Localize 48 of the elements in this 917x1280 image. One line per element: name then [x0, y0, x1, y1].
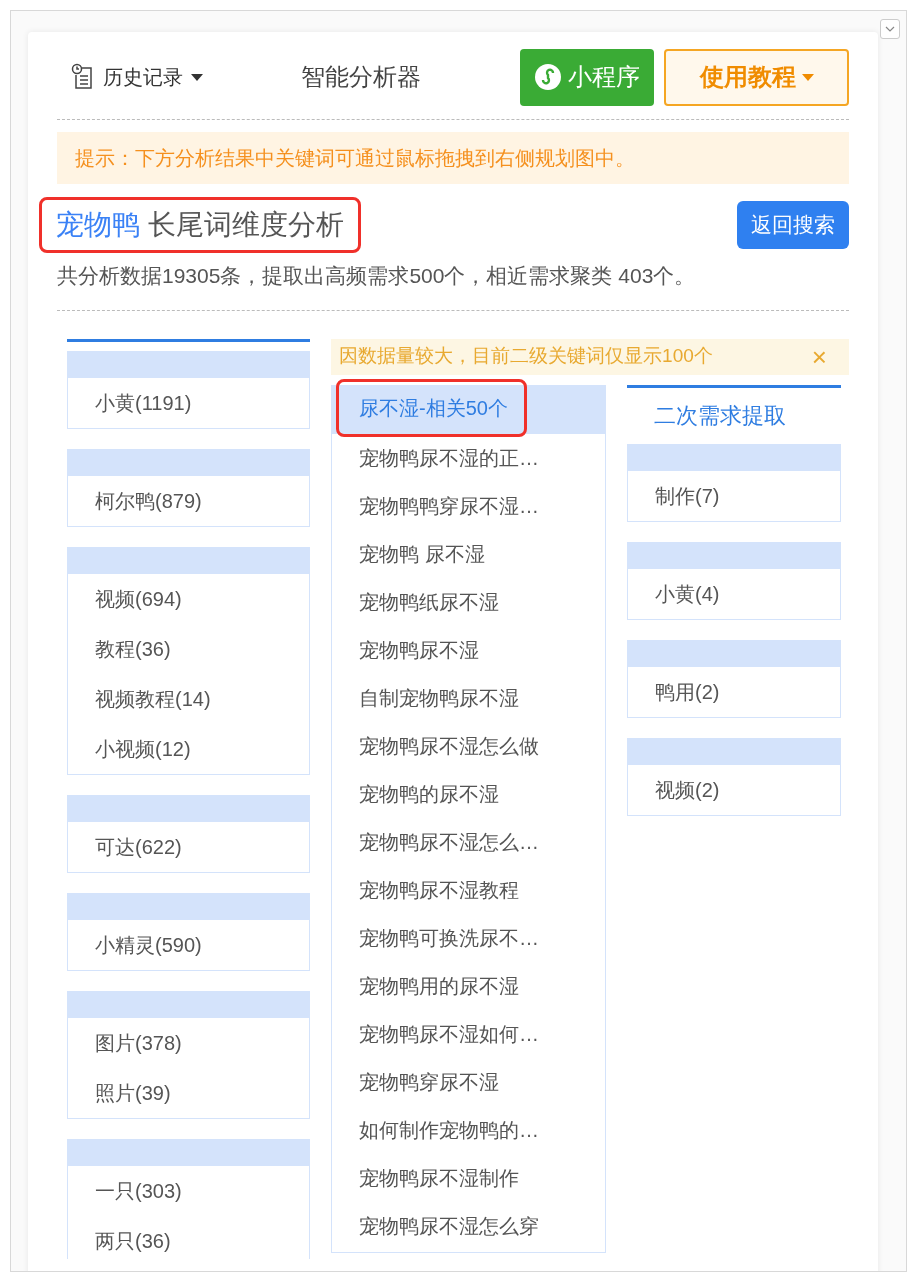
related-keyword[interactable]: 宠物鸭纸尿不湿 — [332, 577, 606, 626]
history-list-icon — [71, 63, 95, 91]
keyword: 宠物鸭 — [56, 208, 140, 242]
history-dropdown[interactable]: 历史记录 — [71, 62, 203, 92]
related-keyword[interactable]: 宠物鸭尿不湿如何… — [332, 1009, 606, 1058]
related-keyword[interactable]: 如何制作宠物鸭的… — [332, 1105, 606, 1154]
keyword-item[interactable]: 小精灵(590) — [68, 919, 310, 970]
miniprogram-icon — [534, 63, 562, 91]
related-keyword[interactable]: 宠物鸭尿不湿教程 — [332, 865, 606, 914]
keyword-item[interactable]: 鸭用(2) — [628, 666, 841, 717]
tip-banner: 提示：下方分析结果中关键词可通过鼠标拖拽到右侧规划图中。 — [57, 132, 849, 184]
keyword-item[interactable]: 制作(7) — [628, 470, 841, 521]
keyword-item[interactable]: 小黄(4) — [628, 568, 841, 619]
related-keyword[interactable]: 宠物鸭尿不湿 — [332, 625, 606, 674]
back-to-search-button[interactable]: 返回搜索 — [737, 201, 849, 249]
keyword-item[interactable]: 小黄(1191) — [68, 377, 310, 428]
keyword-item[interactable]: 视频教程(14) — [68, 673, 310, 724]
related-keyword[interactable]: 宠物鸭鸭穿尿不湿… — [332, 481, 606, 530]
related-keyword[interactable]: 宠物鸭用的尿不湿 — [332, 961, 606, 1010]
related-keyword[interactable]: 宠物鸭可换洗尿不… — [332, 913, 606, 962]
page-heading: 长尾词维度分析 — [148, 208, 344, 242]
keyword-item[interactable]: 可达(622) — [68, 821, 310, 872]
keyword-item[interactable]: 视频(694) — [68, 573, 310, 624]
related-keyword[interactable]: 宠物鸭尿不湿怎么穿 — [332, 1201, 606, 1250]
caret-icon — [191, 73, 203, 81]
keyword-item[interactable]: 视频(2) — [628, 764, 841, 815]
caret-icon — [801, 73, 814, 81]
keyword-item[interactable]: 图片(378) — [68, 1017, 310, 1068]
app-title: 智能分析器 — [301, 62, 421, 92]
related-keyword[interactable]: 宠物鸭尿不湿怎么做 — [332, 721, 606, 770]
keyword-item[interactable]: 两只(36) — [68, 1215, 310, 1259]
keyword-item[interactable]: 一只(303) — [68, 1165, 310, 1216]
keyword-item[interactable]: 照片(39) — [68, 1067, 310, 1118]
related-keyword[interactable]: 宠物鸭的尿不湿 — [332, 769, 606, 818]
notice-text: 因数据量较大，目前二级关键词仅显示100个 — [339, 344, 713, 369]
keyword-item[interactable]: 教程(36) — [68, 623, 310, 674]
related-keyword[interactable]: 宠物鸭尿不湿怎么… — [332, 817, 606, 866]
summary-text: 共分析数据19305条，提取出高频需求500个，相近需求聚类 403个。 — [57, 263, 697, 289]
chevron-down-icon — [885, 26, 895, 32]
related-keyword[interactable]: 宠物鸭穿尿不湿 — [332, 1057, 606, 1106]
keyword-item[interactable]: 柯尔鸭(879) — [68, 475, 310, 526]
related-keyword[interactable]: 宠物鸭 尿不湿 — [332, 529, 606, 578]
related-keyword[interactable]: 自制宠物鸭尿不湿 — [332, 673, 606, 722]
section-title: 二次需求提取 — [653, 402, 788, 430]
collapse-button[interactable] — [880, 19, 900, 39]
related-keyword[interactable]: 宠物鸭尿不湿制作 — [332, 1153, 606, 1202]
history-label: 历史记录 — [103, 65, 183, 90]
keyword-item[interactable]: 小视频(12) — [68, 723, 310, 774]
